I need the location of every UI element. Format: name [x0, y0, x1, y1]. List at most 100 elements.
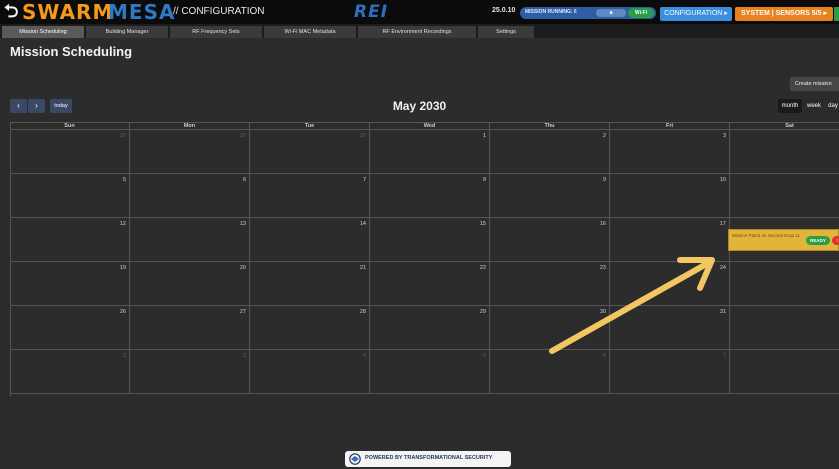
view-week-button[interactable]: week: [803, 99, 825, 113]
day-cell[interactable]: 14: [250, 218, 370, 262]
day-cell[interactable]: 4: [250, 350, 370, 394]
day-number: 22: [479, 265, 486, 271]
day-cell[interactable]: 13: [130, 218, 250, 262]
day-cell[interactable]: 10: [610, 174, 730, 218]
day-number: 28: [359, 309, 366, 315]
today-button[interactable]: today: [50, 99, 72, 113]
day-cell[interactable]: 21: [250, 262, 370, 306]
day-number: 12: [119, 221, 126, 227]
day-cell[interactable]: 2: [10, 350, 130, 394]
mission-status-text: MISSION RUNNING: 6: [525, 9, 577, 15]
mission-status-pill[interactable]: MISSION RUNNING: 6 ■ Wi-Fi: [520, 7, 656, 19]
configuration-button[interactable]: CONFIGURATION ▸: [660, 7, 732, 21]
event-alert-badge: !: [832, 236, 839, 245]
day-number: 4: [362, 353, 366, 359]
rei-logo: REI: [354, 2, 389, 22]
day-cell[interactable]: 7: [250, 174, 370, 218]
tab-settings[interactable]: Settings: [478, 26, 534, 38]
day-number: 2: [122, 353, 126, 359]
page-title: Mission Scheduling: [10, 44, 133, 59]
day-cell[interactable]: 29: [130, 130, 250, 174]
day-number: 10: [719, 177, 726, 183]
powered-by-text: POWERED BY TRANSFORMATIONAL SECURITY: [365, 455, 493, 461]
day-number: 29: [479, 309, 486, 315]
section-label: // CONFIGURATION: [173, 6, 265, 17]
day-cell[interactable]: 4: [730, 130, 839, 174]
next-month-button[interactable]: ›: [28, 99, 45, 113]
day-cell[interactable]: 5: [370, 350, 490, 394]
weekday-header-sat: Sat: [730, 122, 839, 130]
day-cell[interactable]: 28: [250, 306, 370, 350]
create-mission-button[interactable]: Create mission: [790, 77, 839, 91]
top-bar: ⮌ SWARM MESA // CONFIGURATION REI 25.0.1…: [0, 0, 839, 24]
prev-month-button[interactable]: ‹: [10, 99, 27, 113]
event-title: Mission Patrol on Second Drop 11: [732, 233, 800, 238]
weekday-header-tue: Tue: [250, 122, 370, 130]
view-month-button[interactable]: month: [778, 99, 802, 113]
tab-mission-scheduling[interactable]: Mission Scheduling: [2, 26, 84, 38]
day-number: 21: [359, 265, 366, 271]
day-number: 20: [239, 265, 246, 271]
day-cell[interactable]: 11: [730, 174, 839, 218]
day-number: 14: [359, 221, 366, 227]
calendar-title: May 2030: [392, 99, 447, 113]
day-cell[interactable]: 27: [130, 306, 250, 350]
day-cell[interactable]: 6: [130, 174, 250, 218]
day-number: 2: [602, 133, 606, 139]
weekday-header-wed: Wed: [370, 122, 490, 130]
day-number: 29: [239, 133, 246, 139]
weekday-header-thu: Thu: [490, 122, 610, 130]
day-cell[interactable]: 30: [250, 130, 370, 174]
day-number: 7: [362, 177, 366, 183]
weekday-header-mon: Mon: [130, 122, 250, 130]
back-arrow-icon[interactable]: ⮌: [4, 2, 18, 22]
day-number: 16: [599, 221, 606, 227]
day-cell[interactable]: 28: [10, 130, 130, 174]
day-cell[interactable]: 25: [730, 262, 839, 306]
day-number: 9: [602, 177, 606, 183]
tab-building-manager[interactable]: Building Manager: [86, 26, 168, 38]
day-cell[interactable]: 15: [370, 218, 490, 262]
day-cell[interactable]: 5: [10, 174, 130, 218]
day-cell[interactable]: 3: [130, 350, 250, 394]
day-cell[interactable]: 1: [730, 306, 839, 350]
day-cell[interactable]: 9: [490, 174, 610, 218]
day-cell[interactable]: 8: [370, 174, 490, 218]
day-number: 8: [482, 177, 486, 183]
tab-wifi-mac-metadata[interactable]: Wi-Fi MAC Metadata: [264, 26, 356, 38]
view-day-button[interactable]: day: [826, 99, 839, 113]
tab-rf-environment-recordings[interactable]: RF Environment Recordings: [358, 26, 476, 38]
day-cell[interactable]: 8: [730, 350, 839, 394]
annotation-arrow-icon: [549, 257, 715, 354]
day-number: 28: [119, 133, 126, 139]
mission-status-indicator: ■: [596, 9, 626, 17]
day-cell[interactable]: 26: [10, 306, 130, 350]
day-cell[interactable]: 20: [130, 262, 250, 306]
version-label: 25.0.10: [492, 7, 516, 14]
day-cell[interactable]: 3: [610, 130, 730, 174]
weekday-header-fri: Fri: [610, 122, 730, 130]
day-number: 26: [119, 309, 126, 315]
day-number: 6: [242, 177, 246, 183]
event-status-badge: READY: [806, 236, 830, 245]
day-number: 17: [719, 221, 726, 227]
day-number: 5: [122, 177, 126, 183]
security-logo-icon: [349, 453, 361, 465]
day-number: 13: [239, 221, 246, 227]
day-cell[interactable]: 12: [10, 218, 130, 262]
extra-status-button[interactable]: [834, 7, 839, 21]
calendar-event[interactable]: Mission Patrol on Second Drop 11 READY !: [728, 229, 839, 251]
day-number: 3: [722, 133, 726, 139]
weekday-header-sun: Sun: [10, 122, 130, 130]
system-sensors-button[interactable]: SYSTEM | SENSORS 5/5 ▸: [735, 7, 833, 21]
day-cell[interactable]: 1: [370, 130, 490, 174]
day-number: 27: [239, 309, 246, 315]
day-number: 30: [359, 133, 366, 139]
day-number: 15: [479, 221, 486, 227]
day-cell[interactable]: 2: [490, 130, 610, 174]
tab-rf-frequency-sets[interactable]: RF Frequency Sets: [170, 26, 262, 38]
day-cell[interactable]: 22: [370, 262, 490, 306]
day-cell[interactable]: 29: [370, 306, 490, 350]
day-cell[interactable]: 19: [10, 262, 130, 306]
day-number: 5: [482, 353, 486, 359]
